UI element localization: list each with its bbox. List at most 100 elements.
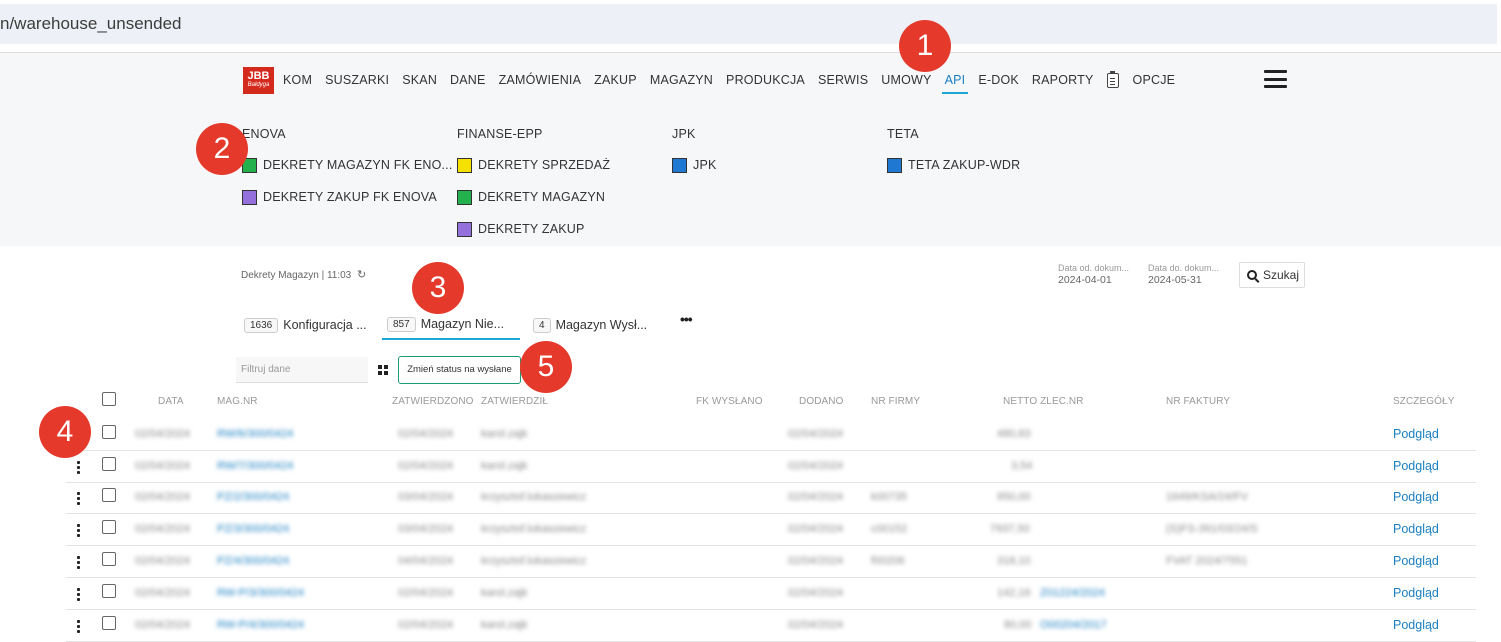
search-icon [1247, 270, 1257, 280]
submenu-item-dekrety-magazyn[interactable]: DEKRETY MAGAZYN [457, 181, 610, 213]
row-checkbox[interactable] [102, 552, 116, 566]
details-link[interactable]: Podgląd [1393, 490, 1439, 504]
select-all-checkbox[interactable] [102, 392, 116, 406]
cell-data: 02/04/2024 [135, 555, 191, 567]
cell-nr-firmy: c00152 [871, 523, 908, 535]
date-to-field[interactable]: Data do. dokum... 2024-05-31 [1148, 262, 1219, 286]
col-header-nr-firmy[interactable]: NR FIRMY [871, 396, 920, 407]
cell-zlec-link[interactable]: O00204/2017 [1040, 619, 1107, 631]
col-header-netto-zlec[interactable]: NETTO ZLEC.NR [1003, 396, 1084, 407]
nav-item-serwis[interactable]: SERWIS [818, 73, 868, 87]
cell-zlec-link[interactable]: Z01224/2024 [1040, 587, 1105, 599]
nav-item-e-dok[interactable]: E-DOK [978, 73, 1019, 87]
row-menu-icon[interactable] [77, 492, 81, 507]
filter-input[interactable] [236, 357, 368, 383]
col-header-zatwierdzono[interactable]: ZATWIERDZONO [392, 396, 474, 407]
cell-mag-nr-link[interactable]: RW/7/300/0424 [217, 460, 293, 472]
row-menu-icon[interactable] [77, 588, 81, 603]
row-checkbox[interactable] [102, 425, 116, 439]
details-link[interactable]: Podgląd [1393, 554, 1439, 568]
cell-netto: 950,00 [997, 491, 1031, 503]
change-status-sent-button[interactable]: Zmień status na wysłane [398, 356, 521, 384]
tab-magazyn-niewyslane[interactable]: 857 Magazyn Nie... [382, 310, 520, 340]
nav-item-suszarki[interactable]: SUSZARKI [325, 73, 389, 87]
annotation-badge-4: 4 [39, 406, 91, 458]
company-logo[interactable]: JBB Bałdyga [243, 66, 274, 94]
purple-square-icon [242, 189, 257, 205]
cell-mag-nr-link[interactable]: PZ/3/300/0424 [217, 523, 289, 535]
annotation-badge-1: 1 [899, 20, 951, 72]
row-menu-icon[interactable] [77, 620, 81, 635]
cell-mag-nr-link[interactable]: RW/6/300/0424 [217, 428, 293, 440]
hamburger-menu-icon[interactable] [1264, 70, 1287, 88]
submenu-teta-title: TETA [887, 127, 919, 141]
cell-netto: 80,00 [1004, 619, 1032, 631]
cell-zatwierdzil: karol.zajk [481, 460, 528, 472]
col-header-data[interactable]: DATA [158, 396, 184, 407]
details-link[interactable]: Podgląd [1393, 618, 1439, 632]
cell-mag-nr-link[interactable]: RW-P/4/300/0424 [217, 619, 304, 631]
nav-item-dane[interactable]: DANE [450, 73, 486, 87]
row-menu-icon[interactable] [77, 461, 81, 476]
nav-item-magazyn[interactable]: MAGAZYN [650, 73, 713, 87]
search-button[interactable]: Szukaj [1239, 262, 1305, 288]
table-row: 02/04/2024 RW-P/4/300/0424 02/04/2024 ka… [0, 610, 1501, 642]
cell-data: 02/04/2024 [135, 587, 191, 599]
nav-item-zakup[interactable]: ZAKUP [594, 73, 637, 87]
submenu-teta: TETA TETA ZAKUP-WDR [887, 127, 1020, 181]
nav-item-skan[interactable]: SKAN [402, 73, 437, 87]
cell-mag-nr-link[interactable]: RW-P/3/300/0424 [217, 587, 304, 599]
nav-item-kom[interactable]: KOM [283, 73, 312, 87]
cell-dodano: 02/04/2024 [788, 460, 844, 472]
nav-item-raporty[interactable]: RAPORTY [1032, 73, 1094, 87]
row-checkbox[interactable] [102, 584, 116, 598]
details-link[interactable]: Podgląd [1393, 586, 1439, 600]
submenu-item-dekrety-sprzedaz[interactable]: DEKRETY SPRZEDAŻ [457, 149, 610, 181]
col-header-zatwierdzil[interactable]: ZATWIERDZIŁ [481, 396, 548, 407]
nav-item-umowy[interactable]: UMOWY [881, 73, 931, 87]
nav-item-zamowienia[interactable]: ZAMÓWIENIA [499, 73, 582, 87]
cell-nr-faktury: (S)FS-391/03/24/S [1166, 523, 1258, 535]
row-checkbox[interactable] [102, 488, 116, 502]
annotation-badge-3: 3 [412, 262, 464, 314]
submenu-item-dekrety-zakup[interactable]: DEKRETY ZAKUP [457, 213, 610, 245]
cell-mag-nr-link[interactable]: PZ/2/300/0424 [217, 491, 289, 503]
submenu-item-dekrety-zakup-fk-enova[interactable]: DEKRETY ZAKUP FK ENOVA [242, 181, 453, 213]
col-header-mag-nr[interactable]: MAG.NR [217, 396, 258, 407]
row-checkbox[interactable] [102, 520, 116, 534]
nav-item-opcje[interactable]: OPCJE [1133, 73, 1176, 87]
col-header-szczegoly[interactable]: SZCZEGÓŁY [1393, 396, 1454, 407]
date-to-label: Data do. dokum... [1148, 263, 1220, 273]
cell-zatwierdzono: 03/04/2024 [398, 523, 454, 535]
cell-zatwierdzil: karol.zajk [481, 619, 528, 631]
submenu-item-dekrety-magazyn-fk-enova[interactable]: DEKRETY MAGAZYN FK ENO... [242, 149, 453, 181]
cell-mag-nr-link[interactable]: PZ/4/300/0424 [217, 555, 289, 567]
col-header-nr-faktury[interactable]: NR FAKTURY [1166, 396, 1230, 407]
row-menu-icon[interactable] [77, 524, 81, 539]
col-header-fk-wyslano[interactable]: FK WYSŁANO [696, 396, 763, 407]
more-tabs-icon[interactable]: ••• [680, 311, 693, 327]
url-text[interactable]: n/warehouse_unsended [0, 4, 1497, 44]
row-checkbox[interactable] [102, 616, 116, 630]
cell-nr-firmy: f00206 [871, 555, 905, 567]
browser-address-bar[interactable]: n/warehouse_unsended [0, 0, 1501, 52]
nav-item-api[interactable]: API [941, 73, 969, 94]
tab-konfiguracja[interactable]: 1636 Konfiguracja ... [244, 310, 367, 340]
blue-square-icon [887, 157, 902, 173]
clipboard-icon[interactable] [1106, 70, 1119, 88]
date-from-field[interactable]: Data od. dokum... 2024-04-01 [1058, 262, 1129, 286]
table-header: DATA MAG.NR ZATWIERDZONO ZATWIERDZIŁ FK … [0, 392, 1501, 410]
submenu-item-teta-zakup-wdr[interactable]: TETA ZAKUP-WDR [887, 149, 1020, 181]
refresh-icon[interactable]: ↻ [357, 268, 366, 281]
details-link[interactable]: Podgląd [1393, 427, 1439, 441]
nav-item-produkcja[interactable]: PRODUKCJA [726, 73, 805, 87]
row-checkbox[interactable] [102, 457, 116, 471]
grid-view-icon[interactable] [378, 365, 388, 375]
row-menu-icon[interactable] [77, 556, 81, 571]
tab-magazyn-wyslane[interactable]: 4 Magazyn Wysł... [533, 310, 647, 340]
details-link[interactable]: Podgląd [1393, 459, 1439, 473]
cell-zatwierdzono: 04/04/2024 [398, 555, 454, 567]
details-link[interactable]: Podgląd [1393, 522, 1439, 536]
submenu-item-jpk[interactable]: JPK [672, 149, 717, 181]
col-header-dodano[interactable]: DODANO [799, 396, 844, 407]
